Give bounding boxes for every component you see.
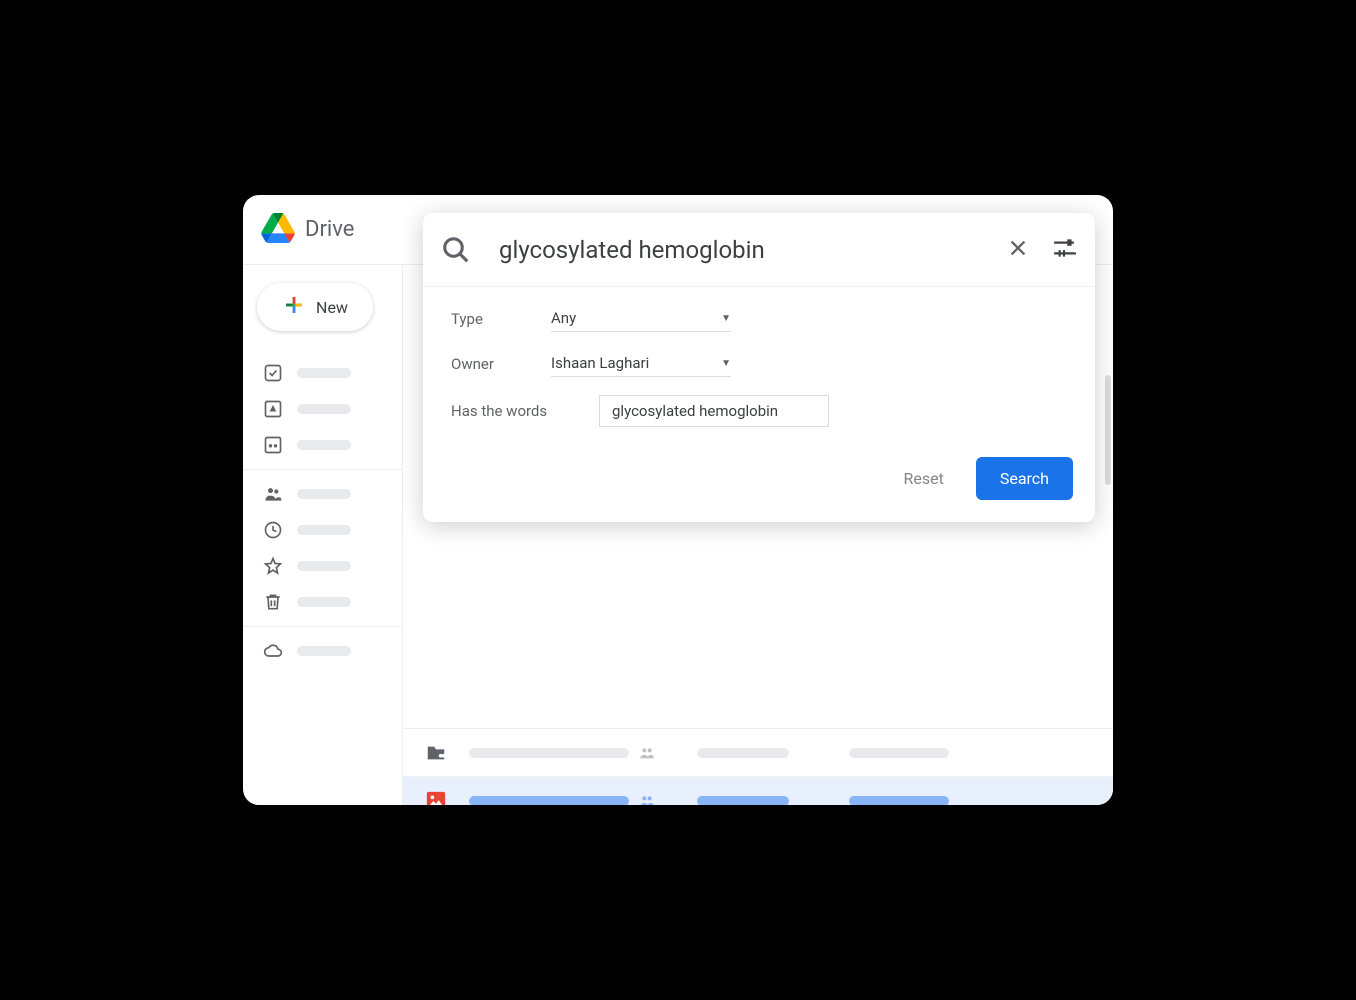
scrollbar[interactable]	[1105, 375, 1111, 485]
sidebar-item-priority[interactable]	[243, 355, 402, 391]
cloud-icon	[263, 641, 283, 661]
sidebar-group-1	[243, 349, 402, 470]
file-row-selected[interactable]	[403, 777, 1113, 805]
sidebar-item-shared[interactable]	[243, 476, 402, 512]
placeholder-bar	[297, 440, 351, 450]
drive-icon	[263, 399, 283, 419]
caret-down-icon: ▼	[721, 358, 731, 369]
placeholder-bar	[297, 489, 351, 499]
placeholder-bar	[297, 404, 351, 414]
app-title: Drive	[305, 217, 354, 242]
filter-owner-label: Owner	[451, 355, 551, 373]
placeholder-bar	[697, 796, 789, 806]
filter-owner-select[interactable]: Ishaan Laghari ▼	[551, 350, 731, 377]
search-options-icon[interactable]	[1051, 235, 1077, 265]
filter-type-label: Type	[451, 310, 551, 328]
filter-words-label: Has the words	[451, 402, 599, 420]
search-button[interactable]: Search	[976, 457, 1073, 500]
clear-search-icon[interactable]	[1007, 237, 1029, 263]
caret-down-icon: ▼	[721, 313, 731, 324]
sidebar-group-3	[243, 627, 402, 675]
placeholder-bar	[469, 796, 629, 806]
drive-window: Drive New	[243, 195, 1113, 805]
placeholder-bar	[469, 748, 629, 758]
filter-type-select[interactable]: Any ▼	[551, 305, 731, 332]
placeholder-bar	[297, 525, 351, 535]
placeholder-bar	[849, 748, 949, 758]
sidebar-item-storage[interactable]	[243, 633, 402, 669]
placeholder-bar	[297, 561, 351, 571]
sidebar-item-starred[interactable]	[243, 548, 402, 584]
plus-icon	[282, 293, 306, 321]
star-icon	[263, 556, 283, 576]
filter-words-row: Has the words glycosylated hemoglobin	[451, 395, 1067, 427]
filter-owner-value: Ishaan Laghari	[551, 354, 649, 372]
list-header	[403, 689, 1113, 729]
file-row[interactable]	[403, 729, 1113, 777]
placeholder-bar	[697, 748, 789, 758]
search-panel: glycosylated hemoglobin Type Any ▼ Owner…	[423, 213, 1095, 522]
filter-type-row: Type Any ▼	[451, 305, 1067, 332]
sidebar-item-shared-drives[interactable]	[243, 427, 402, 463]
filter-body: Type Any ▼ Owner Ishaan Laghari ▼ Has th…	[423, 287, 1095, 427]
trash-icon	[263, 592, 283, 612]
drive-brand[interactable]: Drive	[261, 213, 403, 247]
sidebar-item-mydrive[interactable]	[243, 391, 402, 427]
placeholder-bar	[297, 368, 351, 378]
search-input[interactable]: glycosylated hemoglobin	[499, 236, 997, 264]
placeholder-bar	[297, 646, 351, 656]
shared-icon	[639, 745, 657, 761]
filter-actions: Reset Search	[423, 445, 1095, 522]
reset-button[interactable]: Reset	[888, 459, 960, 498]
new-button[interactable]: New	[257, 283, 373, 331]
sidebar: New	[243, 265, 403, 805]
sidebar-item-trash[interactable]	[243, 584, 402, 620]
clock-icon	[263, 520, 283, 540]
search-icon[interactable]	[441, 235, 471, 265]
filter-owner-row: Owner Ishaan Laghari ▼	[451, 350, 1067, 377]
folder-icon	[425, 742, 447, 764]
filter-type-value: Any	[551, 309, 576, 327]
placeholder-bar	[297, 597, 351, 607]
placeholder-bar	[849, 796, 949, 806]
checkbox-icon	[263, 363, 283, 383]
drive-logo-icon	[261, 213, 295, 247]
shared-icon	[639, 793, 657, 806]
image-file-icon	[425, 790, 447, 806]
shared-drives-icon	[263, 435, 283, 455]
new-button-label: New	[316, 298, 348, 317]
sidebar-item-recent[interactable]	[243, 512, 402, 548]
search-bar: glycosylated hemoglobin	[423, 213, 1095, 287]
sidebar-group-2	[243, 470, 402, 627]
filter-words-input[interactable]: glycosylated hemoglobin	[599, 395, 829, 427]
people-icon	[263, 484, 283, 504]
